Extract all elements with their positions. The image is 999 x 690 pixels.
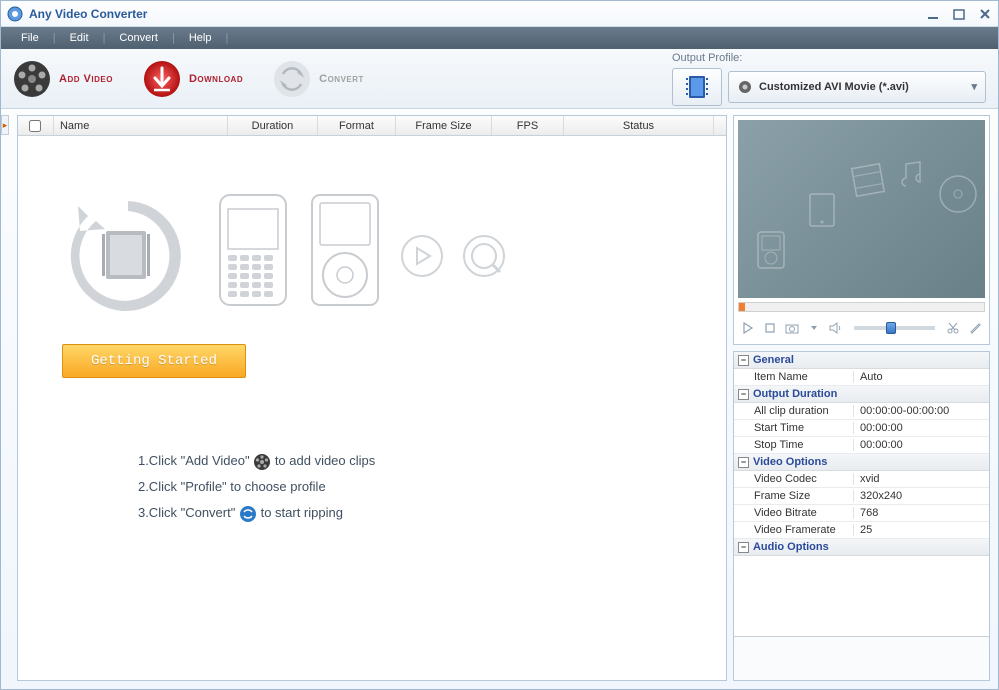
menu-file[interactable]: File (7, 32, 53, 44)
prop-video-codec[interactable]: Video Codecxvid (734, 471, 989, 488)
illustration (58, 186, 506, 326)
cut-button[interactable] (945, 320, 961, 336)
th-format[interactable]: Format (318, 116, 396, 135)
menu-edit[interactable]: Edit (56, 32, 103, 44)
prop-all-clip-duration[interactable]: All clip duration00:00:00-00:00:00 (734, 403, 989, 420)
right-panel: −General Item NameAuto −Output Duration … (733, 115, 990, 681)
menubar: File | Edit | Convert | Help | (1, 27, 998, 49)
film-reel-icon (13, 60, 51, 98)
film-watermark-icon (848, 160, 888, 200)
section-general[interactable]: −General (734, 352, 989, 369)
menu-help[interactable]: Help (175, 32, 226, 44)
instruction-2: 2.Click "Profile" to choose profile (138, 474, 375, 500)
main-panel: Name Duration Format Frame Size FPS Stat… (17, 115, 727, 681)
tablet-watermark-icon (808, 192, 836, 228)
expand-icon: − (738, 542, 749, 553)
timeline-position[interactable] (739, 303, 745, 311)
preview-box (733, 115, 990, 345)
select-all-checkbox[interactable] (29, 120, 41, 132)
volume-slider[interactable] (854, 326, 935, 330)
quicktime-icon (462, 234, 506, 278)
th-name[interactable]: Name (54, 116, 228, 135)
properties-panel: −General Item NameAuto −Output Duration … (733, 351, 990, 681)
snapshot-button[interactable] (784, 320, 800, 336)
output-profile-label: Output Profile: (672, 52, 986, 64)
th-spacer (714, 116, 726, 135)
phone-icon (216, 191, 290, 321)
download-icon (143, 60, 181, 98)
minimize-button[interactable] (926, 7, 940, 21)
stop-button[interactable] (762, 320, 778, 336)
profile-value: Customized AVI Movie (*.avi) (759, 81, 909, 93)
titlebar: Any Video Converter (1, 1, 998, 27)
section-output-duration[interactable]: −Output Duration (734, 386, 989, 403)
convert-button[interactable]: Convert (273, 60, 364, 98)
refresh-film-icon (58, 186, 198, 326)
app-icon (7, 6, 23, 22)
th-fps[interactable]: FPS (492, 116, 564, 135)
th-checkbox[interactable] (18, 116, 54, 135)
th-frame-size[interactable]: Frame Size (396, 116, 492, 135)
play-button[interactable] (740, 320, 756, 336)
toolbar: Add Video Download Convert Output Profil… (1, 49, 998, 109)
music-watermark-icon (896, 160, 926, 194)
gear-icon (737, 79, 753, 95)
film-icon (683, 73, 711, 101)
properties-scroll[interactable]: −General Item NameAuto −Output Duration … (734, 352, 989, 636)
prop-stop-time[interactable]: Stop Time00:00:00 (734, 437, 989, 454)
convert-inline-icon (239, 505, 257, 523)
collapse-icon: − (738, 389, 749, 400)
left-collapse-handle: ▸ (1, 115, 11, 681)
ipod-watermark-icon (756, 230, 786, 270)
collapse-icon: − (738, 457, 749, 468)
prop-start-time[interactable]: Start Time00:00:00 (734, 420, 989, 437)
table-header: Name Duration Format Frame Size FPS Stat… (18, 116, 726, 136)
th-duration[interactable]: Duration (228, 116, 318, 135)
getting-started-button[interactable]: Getting Started (62, 344, 246, 378)
add-video-label: Add Video (59, 73, 113, 85)
instruction-3: 3.Click "Convert" to start ripping (138, 500, 375, 526)
close-button[interactable] (978, 7, 992, 21)
settings-button[interactable] (967, 320, 983, 336)
convert-icon (273, 60, 311, 98)
window-title: Any Video Converter (29, 7, 926, 21)
convert-label: Convert (319, 73, 364, 85)
film-reel-icon (253, 453, 271, 471)
chevron-down-icon: ▾ (971, 80, 977, 93)
player-controls (738, 316, 985, 340)
preview-screen (738, 120, 985, 298)
prop-item-name[interactable]: Item NameAuto (734, 369, 989, 386)
section-audio-options[interactable]: −Audio Options (734, 539, 989, 556)
download-label: Download (189, 73, 243, 85)
maximize-button[interactable] (952, 7, 966, 21)
menu-convert[interactable]: Convert (105, 32, 172, 44)
content-area: ▸ Name Duration Format Frame Size FPS St… (1, 109, 998, 689)
volume-button[interactable] (828, 320, 844, 336)
download-button[interactable]: Download (143, 60, 243, 98)
disc-watermark-icon (938, 174, 978, 214)
output-profile-section: Output Profile: Customized AVI Movie (*.… (672, 52, 986, 106)
property-description (734, 636, 989, 680)
prop-frame-size[interactable]: Frame Size320x240 (734, 488, 989, 505)
instructions: 1.Click "Add Video" to add video clips 2… (138, 448, 375, 526)
profile-icon-button[interactable] (672, 68, 722, 106)
add-video-button[interactable]: Add Video (13, 60, 113, 98)
ipod-icon (308, 191, 382, 321)
timeline[interactable] (738, 302, 985, 312)
expand-left-panel-button[interactable]: ▸ (1, 115, 9, 135)
section-video-options[interactable]: −Video Options (734, 454, 989, 471)
prop-video-bitrate[interactable]: Video Bitrate768 (734, 505, 989, 522)
instruction-1: 1.Click "Add Video" to add video clips (138, 448, 375, 474)
prop-video-framerate[interactable]: Video Framerate25 (734, 522, 989, 539)
profile-dropdown[interactable]: Customized AVI Movie (*.avi) ▾ (728, 71, 986, 103)
collapse-icon: − (738, 355, 749, 366)
play-circle-icon (400, 234, 444, 278)
th-status[interactable]: Status (564, 116, 714, 135)
snapshot-menu-button[interactable] (806, 320, 822, 336)
app-window: Any Video Converter File | Edit | Conver… (0, 0, 999, 690)
empty-state: Getting Started 1.Click "Add Video" to a… (18, 136, 726, 680)
volume-thumb[interactable] (886, 322, 896, 334)
